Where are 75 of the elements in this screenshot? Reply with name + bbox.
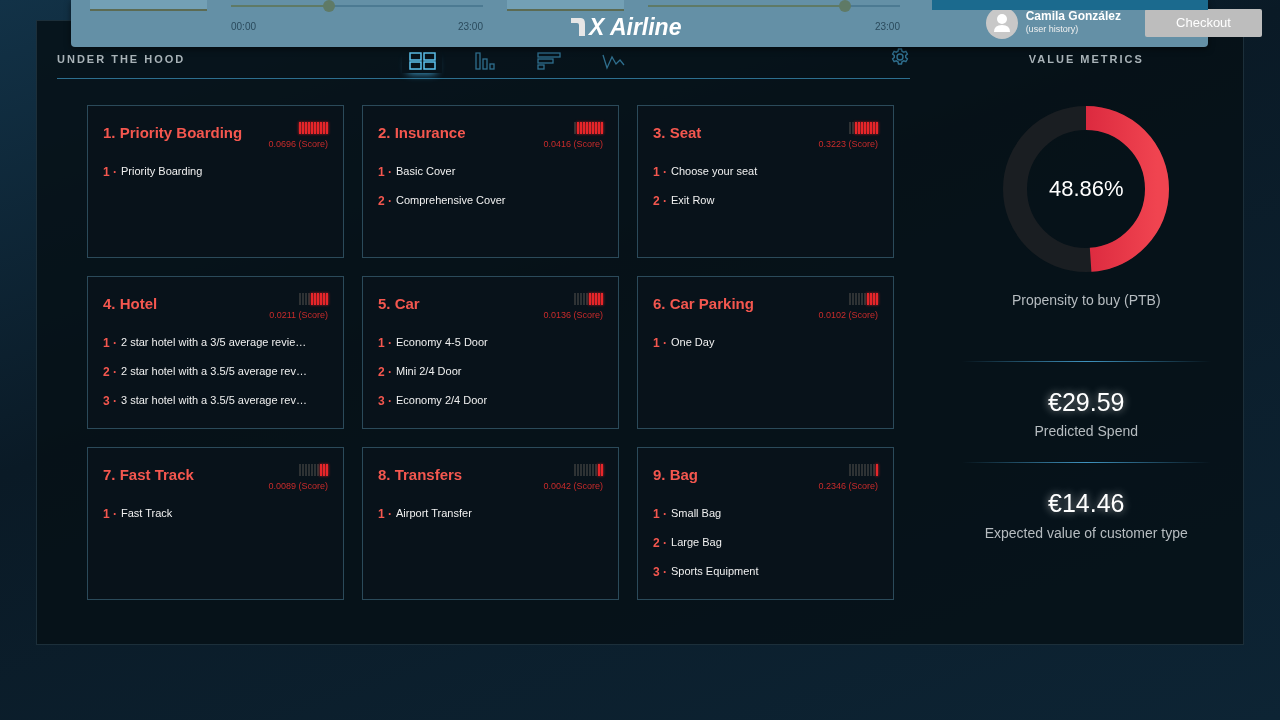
item-label: 2 star hotel with a 3.5/5 average rev… — [121, 363, 307, 379]
item-label: 3 star hotel with a 3.5/5 average rev… — [121, 392, 307, 408]
item-label: Exit Row — [671, 192, 715, 208]
time-label: 23:00 — [457, 20, 483, 34]
item-label: Fast Track — [121, 505, 173, 521]
score-text: 0.0102 (Score) — [818, 309, 878, 322]
checkout-button[interactable]: Checkout — [1145, 9, 1262, 37]
slider[interactable] — [231, 0, 483, 11]
time-label: 00:00 — [231, 20, 257, 34]
card-title: 4. Hotel — [103, 294, 158, 314]
user-name: Camila González — [1025, 9, 1121, 24]
card-title: 3. Seat — [653, 123, 702, 143]
rank-number: 1 · — [653, 334, 667, 352]
rank-number: 1 · — [103, 505, 117, 523]
metric-value: €29.59 — [1047, 386, 1126, 418]
rank-number: 2 · — [378, 192, 392, 210]
rank-number: 3 · — [653, 563, 667, 581]
card-title: 6. Car Parking — [653, 294, 754, 314]
rank-number: 1 · — [103, 334, 117, 352]
ptb-label: Propensity to buy (PTB) — [1010, 290, 1162, 310]
item-label: Sports Equipment — [671, 563, 759, 579]
settings-icon — [889, 47, 910, 67]
card-title: 7. Fast Track — [103, 465, 194, 485]
rank-number: 1 · — [378, 505, 392, 523]
item-label: 2 star hotel with a 3/5 average revie… — [121, 334, 307, 350]
grid-icon — [406, 49, 438, 72]
score-text: 0.2346 (Score) — [818, 480, 878, 493]
metric-label: Predicted Spend — [1033, 422, 1140, 441]
score-text: 0.0136 (Score) — [543, 309, 603, 322]
card-title: 8. Transfers — [378, 465, 463, 485]
rank-number: 2 · — [103, 363, 117, 381]
logo-mark-icon — [571, 18, 585, 37]
slider[interactable] — [648, 0, 900, 11]
ptb-value: 48.86% — [1048, 175, 1124, 203]
item-label: Choose your seat — [671, 163, 758, 179]
rank-number: 1 · — [378, 163, 392, 181]
section-title: VALUE METRICS — [1027, 52, 1145, 67]
card-title: 9. Bag — [653, 465, 698, 485]
item-label: Small Bag — [671, 505, 722, 521]
rank-number: 3 · — [378, 392, 392, 410]
metric-label: Expected value of customer type — [983, 523, 1189, 543]
score-text: 0.0089 (Score) — [268, 480, 328, 493]
rank-number: 2 · — [653, 192, 667, 210]
section-title: UNDER THE HOOD — [57, 52, 186, 67]
item-label: One Day — [671, 334, 715, 350]
time-label: 23:00 — [874, 20, 900, 34]
score-text: 0.0696 (Score) — [268, 138, 328, 151]
rank-number: 1 · — [378, 334, 392, 352]
item-label: Comprehensive Cover — [396, 192, 506, 208]
rank-number: 3 · — [103, 392, 117, 410]
rank-number: 1 · — [653, 505, 667, 523]
rank-number: 1 · — [103, 163, 117, 181]
item-label: Priority Boarding — [121, 163, 203, 179]
item-label: Basic Cover — [396, 163, 456, 179]
item-label: Airport Transfer — [396, 505, 472, 521]
rank-number: 2 · — [378, 363, 392, 381]
card-title: 2. Insurance — [378, 123, 466, 143]
date-field[interactable] — [507, 0, 624, 11]
score-text: 0.3223 (Score) — [818, 138, 878, 151]
rank-number: 1 · — [653, 163, 667, 181]
avatar-icon — [985, 7, 1018, 39]
user-subtitle: (user history) — [1025, 23, 1080, 37]
logo-text: X Airline — [589, 13, 682, 42]
card-title: 5. Car — [378, 294, 420, 314]
item-label: Economy 2/4 Door — [396, 392, 488, 408]
date-field[interactable] — [90, 0, 207, 11]
item-label: Mini 2/4 Door — [396, 363, 462, 379]
card-title: 1. Priority Boarding — [103, 123, 243, 143]
score-text: 0.0211 (Score) — [269, 309, 328, 322]
item-label: Economy 4-5 Door — [396, 334, 488, 350]
score-text: 0.0416 (Score) — [543, 138, 603, 151]
rank-number: 2 · — [653, 534, 667, 552]
metric-value: €14.46 — [1047, 488, 1126, 519]
item-label: Large Bag — [671, 534, 722, 550]
score-text: 0.0042 (Score) — [543, 480, 603, 493]
